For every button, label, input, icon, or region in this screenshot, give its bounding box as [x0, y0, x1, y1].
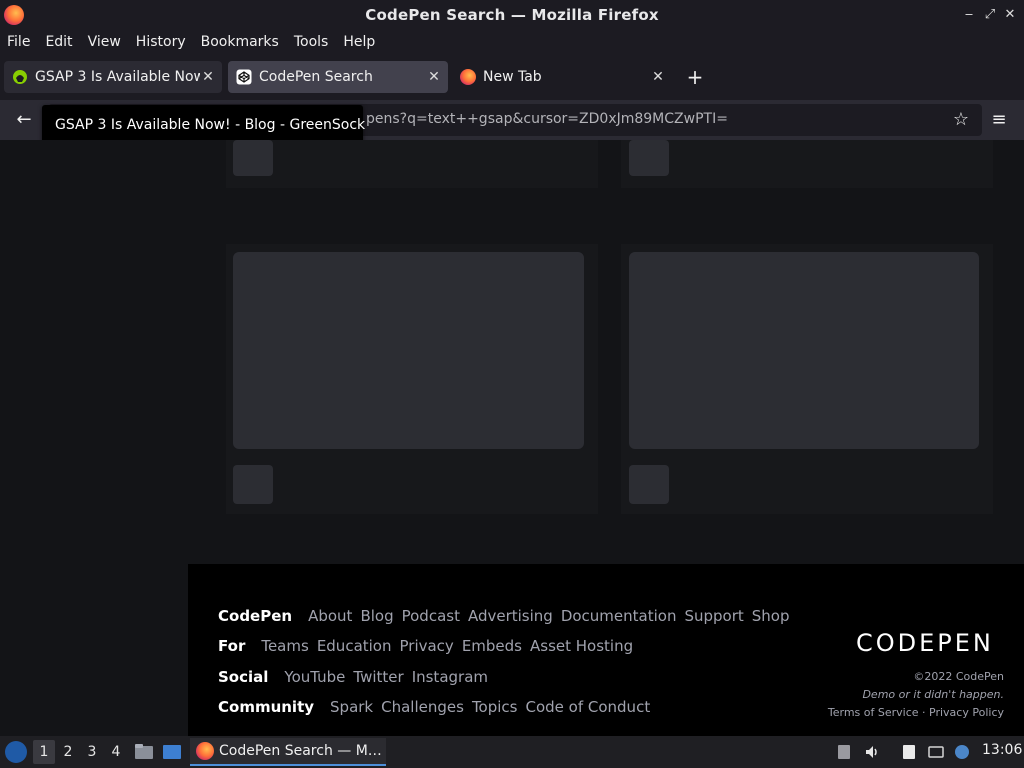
notes-icon[interactable]: [901, 744, 917, 760]
codepen-icon: [236, 69, 252, 85]
pen-card: [226, 140, 598, 188]
menu-view[interactable]: View: [88, 34, 121, 50]
avatar-placeholder: [233, 140, 273, 176]
logo-text: CODEPEN: [856, 629, 994, 656]
network-icon[interactable]: [928, 744, 944, 760]
tab-strip: GSAP 3 Is Available Now! - Blog - GreenS…: [0, 54, 1024, 100]
avatar-placeholder: [629, 140, 669, 176]
minimize-icon[interactable]: ‒: [960, 5, 978, 25]
footer-link-code-of-conduct[interactable]: Code of Conduct: [525, 698, 650, 716]
tab-greensock[interactable]: GSAP 3 Is Available Now! - Blog - GreenS…: [4, 61, 222, 93]
file-manager-icon[interactable]: [134, 742, 154, 762]
footer-link-spark[interactable]: Spark: [330, 698, 373, 716]
tab-close-icon[interactable]: ✕: [426, 69, 442, 85]
footer-row-community: Community Spark Challenges Topics Code o…: [218, 698, 658, 716]
footer-heading: Community: [218, 698, 315, 716]
footer-link-about[interactable]: About: [308, 607, 352, 625]
close-icon[interactable]: ✕: [1001, 5, 1019, 25]
tab-close-icon[interactable]: ✕: [650, 69, 666, 85]
terms-link[interactable]: Terms of Service: [828, 706, 919, 719]
footer-link-asset-hosting[interactable]: Asset Hosting: [530, 637, 633, 655]
tagline: Demo or it didn't happen.: [862, 688, 1004, 701]
footer-link-teams[interactable]: Teams: [261, 637, 308, 655]
footer-link-advertising[interactable]: Advertising: [468, 607, 553, 625]
taskbar-task-firefox[interactable]: CodePen Search — M…: [190, 738, 386, 766]
workspace-3[interactable]: 3: [81, 740, 103, 764]
avatar-placeholder: [629, 465, 669, 504]
page-content: CodePen About Blog Podcast Advertising D…: [0, 140, 1024, 736]
clipboard-icon[interactable]: [836, 744, 852, 760]
footer-link-shop[interactable]: Shop: [752, 607, 790, 625]
avatar-placeholder: [233, 465, 273, 504]
copyright: ©2022 CodePen: [913, 670, 1004, 683]
workspace-1[interactable]: 1: [33, 740, 55, 764]
pen-preview-placeholder[interactable]: [629, 252, 979, 449]
show-desktop-icon[interactable]: [162, 742, 182, 762]
firefox-icon: [4, 5, 24, 25]
site-footer: CodePen About Blog Podcast Advertising D…: [188, 564, 1024, 736]
task-label: CodePen Search — M…: [219, 743, 382, 759]
workspace-4[interactable]: 4: [105, 740, 127, 764]
footer-row-for: For Teams Education Privacy Embeds Asset…: [218, 637, 641, 655]
footer-link-challenges[interactable]: Challenges: [381, 698, 464, 716]
footer-heading: CodePen: [218, 607, 293, 625]
pen-card: [621, 140, 993, 188]
legal-links: Terms of Service · Privacy Policy: [828, 706, 1004, 719]
footer-link-support[interactable]: Support: [684, 607, 743, 625]
tab-label: GSAP 3 Is Available Now! - Blog - GreenS…: [35, 69, 200, 85]
pen-preview-placeholder[interactable]: [233, 252, 584, 449]
tab-codepen[interactable]: CodePen Search ✕: [228, 61, 448, 93]
footer-link-education[interactable]: Education: [317, 637, 392, 655]
footer-link-blog[interactable]: Blog: [360, 607, 393, 625]
firefox-icon: [196, 742, 214, 760]
start-menu-icon[interactable]: [5, 741, 27, 763]
footer-row-social: Social YouTube Twitter Instagram: [218, 668, 496, 686]
screen: CodePen Search — Mozilla Firefox ‒ ⤢ ✕ F…: [0, 0, 1024, 768]
footer-link-privacy[interactable]: Privacy: [400, 637, 454, 655]
legal-separator: ·: [922, 706, 926, 719]
footer-link-twitter[interactable]: Twitter: [353, 668, 403, 686]
footer-link-instagram[interactable]: Instagram: [412, 668, 488, 686]
tab-label: CodePen Search: [259, 69, 373, 85]
menu-help[interactable]: Help: [343, 34, 375, 50]
back-arrow-icon[interactable]: ←: [12, 109, 36, 131]
menu-bookmarks[interactable]: Bookmarks: [201, 34, 279, 50]
menu-bar: File Edit View History Bookmarks Tools H…: [0, 30, 1024, 54]
menu-history[interactable]: History: [136, 34, 186, 50]
tab-tooltip: GSAP 3 Is Available Now! - Blog - GreenS…: [42, 105, 365, 145]
footer-heading: Social: [218, 668, 269, 686]
footer-link-topics[interactable]: Topics: [472, 698, 518, 716]
clock: 13:06: [982, 742, 1023, 758]
maximize-icon[interactable]: ⤢: [981, 5, 999, 25]
footer-row-codepen: CodePen About Blog Podcast Advertising D…: [218, 607, 798, 625]
volume-icon[interactable]: [864, 744, 880, 760]
menu-file[interactable]: File: [7, 34, 30, 50]
footer-link-documentation[interactable]: Documentation: [561, 607, 677, 625]
workspace-2[interactable]: 2: [57, 740, 79, 764]
hamburger-menu-icon[interactable]: ≡: [988, 109, 1010, 131]
menu-tools[interactable]: Tools: [294, 34, 329, 50]
footer-heading: For: [218, 637, 246, 655]
bookmark-star-icon[interactable]: ☆: [950, 109, 972, 131]
footer-link-podcast[interactable]: Podcast: [402, 607, 460, 625]
new-tab-button[interactable]: +: [684, 62, 706, 92]
footer-link-youtube[interactable]: YouTube: [284, 668, 345, 686]
footer-link-embeds[interactable]: Embeds: [462, 637, 522, 655]
privacy-link[interactable]: Privacy Policy: [929, 706, 1004, 719]
codepen-logo[interactable]: CODEPEN: [856, 628, 1002, 656]
taskbar: 1 2 3 4 CodePen Search — M… 13:06: [0, 736, 1024, 768]
firefox-icon: [460, 69, 476, 85]
tab-new-tab[interactable]: New Tab ✕: [452, 61, 672, 93]
menu-edit[interactable]: Edit: [45, 34, 72, 50]
notification-icon[interactable]: [954, 744, 970, 760]
tab-label: New Tab: [483, 69, 542, 85]
window-title: CodePen Search — Mozilla Firefox: [365, 6, 659, 24]
window-titlebar: CodePen Search — Mozilla Firefox ‒ ⤢ ✕: [0, 0, 1024, 30]
greensock-icon: [13, 70, 27, 84]
tab-close-icon[interactable]: ✕: [200, 69, 216, 85]
url-text: pens?q=text++gsap&cursor=ZD0xJm89MCZwPTI…: [366, 111, 728, 127]
